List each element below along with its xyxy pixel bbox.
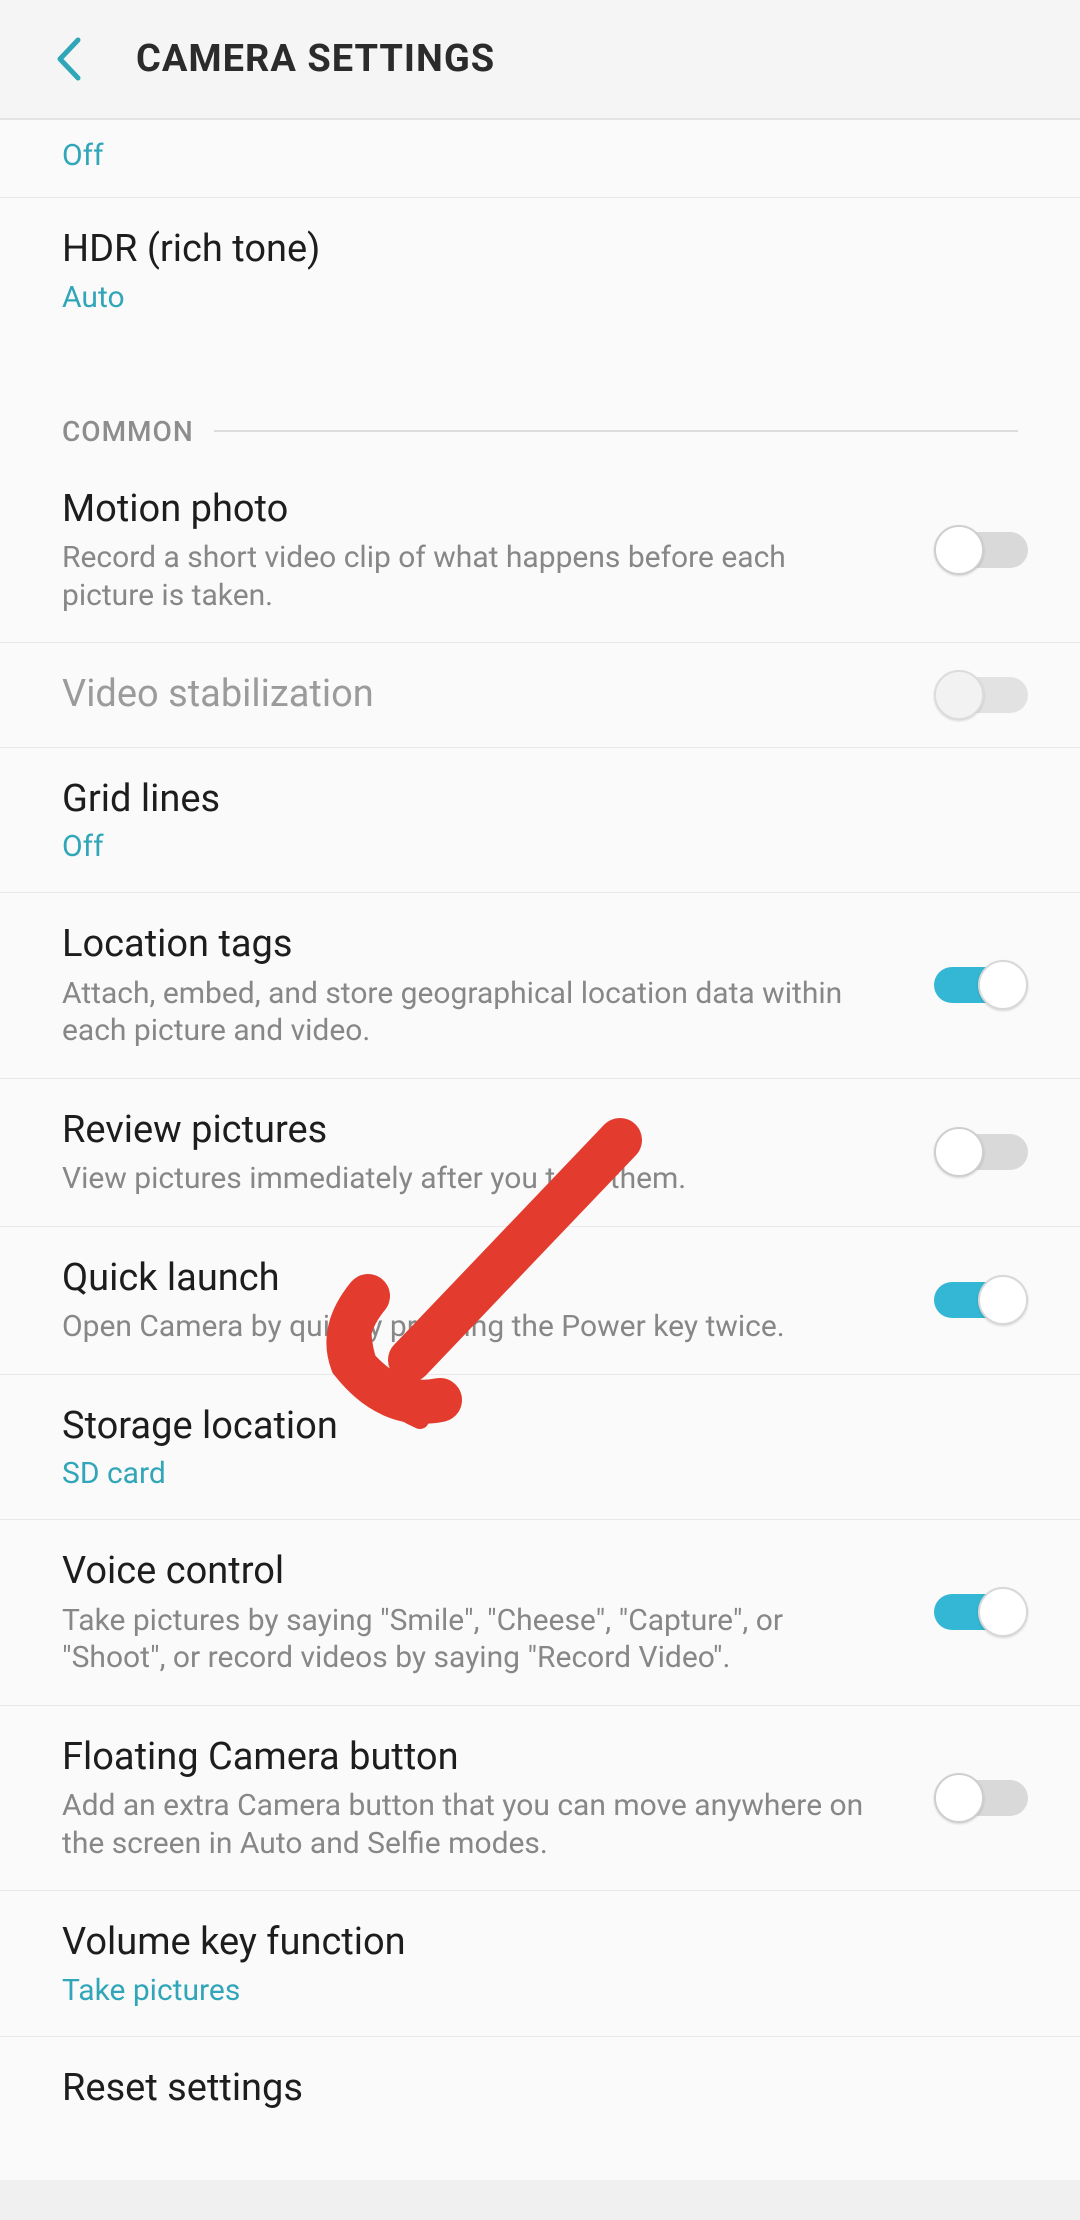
setting-title: Storage location xyxy=(62,1403,1018,1451)
toggle-review-pictures[interactable] xyxy=(934,1127,1028,1177)
setting-title: Quick launch xyxy=(62,1255,878,1303)
setting-row-motion-photo[interactable]: Motion photo Record a short video clip o… xyxy=(0,458,1080,644)
setting-description: View pictures immediately after you take… xyxy=(62,1160,878,1198)
setting-row-hdr[interactable]: HDR (rich tone) Auto xyxy=(0,198,1080,355)
setting-title: Volume key function xyxy=(62,1919,1018,1967)
setting-row-volume-key-function[interactable]: Volume key function Take pictures xyxy=(0,1891,1080,2037)
setting-description: Take pictures by saying "Smile", "Cheese… xyxy=(62,1602,878,1677)
setting-row-storage-location[interactable]: Storage location SD card xyxy=(0,1375,1080,1521)
toggle-floating-camera-button[interactable] xyxy=(934,1773,1028,1823)
back-button[interactable] xyxy=(44,34,94,84)
setting-row-quick-launch[interactable]: Quick launch Open Camera by quickly pres… xyxy=(0,1227,1080,1375)
setting-row-review-pictures[interactable]: Review pictures View pictures immediatel… xyxy=(0,1079,1080,1227)
section-divider xyxy=(214,430,1018,432)
toggle-voice-control[interactable] xyxy=(934,1587,1028,1637)
setting-row-location-tags[interactable]: Location tags Attach, embed, and store g… xyxy=(0,893,1080,1079)
setting-value: Auto xyxy=(62,280,1018,315)
setting-title: Motion photo xyxy=(62,486,878,534)
setting-row-floating-camera-button[interactable]: Floating Camera button Add an extra Came… xyxy=(0,1706,1080,1892)
setting-row-grid-lines[interactable]: Grid lines Off xyxy=(0,748,1080,894)
setting-row-reset-settings[interactable]: Reset settings xyxy=(0,2037,1080,2141)
setting-title: Grid lines xyxy=(62,776,1018,824)
setting-description: Open Camera by quickly pressing the Powe… xyxy=(62,1308,878,1346)
setting-title: Location tags xyxy=(62,921,878,969)
toggle-location-tags[interactable] xyxy=(934,960,1028,1010)
setting-value: Off xyxy=(62,829,1018,864)
back-chevron-icon xyxy=(54,34,84,84)
toggle-quick-launch[interactable] xyxy=(934,1275,1028,1325)
page-title: CAMERA SETTINGS xyxy=(136,37,495,81)
app-header: CAMERA SETTINGS xyxy=(0,0,1080,120)
toggle-motion-photo[interactable] xyxy=(934,525,1028,575)
section-label: COMMON xyxy=(62,415,194,448)
setting-description: Add an extra Camera button that you can … xyxy=(62,1787,878,1862)
setting-title: Voice control xyxy=(62,1548,878,1596)
setting-row-voice-control[interactable]: Voice control Take pictures by saying "S… xyxy=(0,1520,1080,1706)
setting-title: HDR (rich tone) xyxy=(62,226,1018,274)
setting-value: Off xyxy=(62,138,1018,173)
setting-title: Video stabilization xyxy=(62,671,878,719)
setting-title: Reset settings xyxy=(62,2065,1018,2113)
setting-description: Record a short video clip of what happen… xyxy=(62,539,878,614)
setting-description: Attach, embed, and store geographical lo… xyxy=(62,975,878,1050)
setting-value: SD card xyxy=(62,1456,1018,1491)
section-header-common: COMMON xyxy=(0,355,1080,458)
setting-value: Take pictures xyxy=(62,1973,1018,2008)
setting-row-partial[interactable]: Off xyxy=(0,120,1080,198)
settings-list: Off HDR (rich tone) Auto COMMON Motion p… xyxy=(0,120,1080,2180)
setting-title: Floating Camera button xyxy=(62,1734,878,1782)
setting-title: Review pictures xyxy=(62,1107,878,1155)
setting-row-video-stabilization: Video stabilization xyxy=(0,643,1080,748)
toggle-video-stabilization xyxy=(934,670,1028,720)
